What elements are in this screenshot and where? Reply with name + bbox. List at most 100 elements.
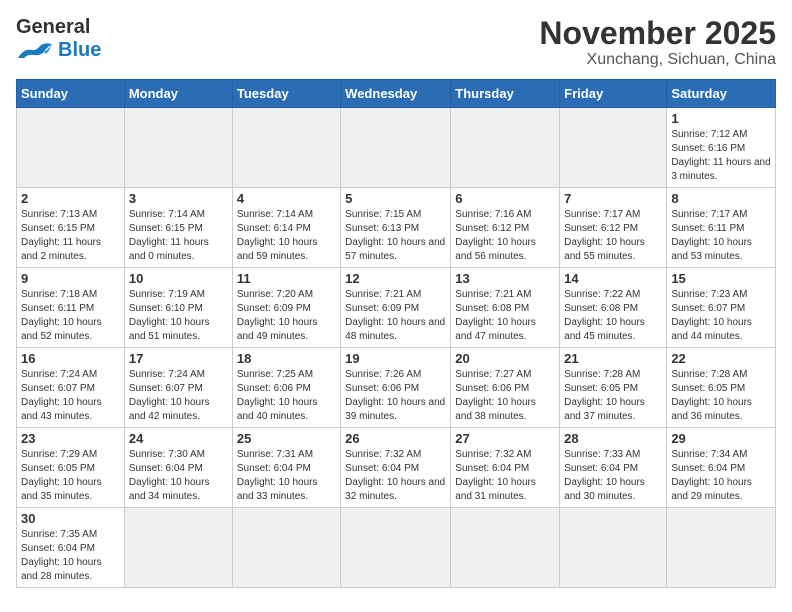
weekday-header-tuesday: Tuesday [232, 80, 340, 108]
calendar-day-cell: 27Sunrise: 7:32 AM Sunset: 6:04 PM Dayli… [451, 428, 560, 508]
calendar-day-cell: 15Sunrise: 7:23 AM Sunset: 6:07 PM Dayli… [667, 268, 776, 348]
day-info: Sunrise: 7:21 AM Sunset: 6:08 PM Dayligh… [455, 288, 555, 344]
day-number: 17 [129, 351, 228, 366]
day-number: 14 [564, 271, 662, 286]
day-info: Sunrise: 7:30 AM Sunset: 6:04 PM Dayligh… [129, 448, 228, 504]
calendar-day-cell [451, 108, 560, 188]
calendar-day-cell: 12 Sunrise: 7:21 AM Sunset: 6:09 PM Dayli… [341, 268, 451, 348]
day-number: 4 [237, 191, 336, 206]
calendar-day-cell: 21Sunrise: 7:28 AM Sunset: 6:05 PM Dayli… [560, 348, 667, 428]
calendar-day-cell: 8Sunrise: 7:17 AM Sunset: 6:11 PM Daylig… [667, 188, 776, 268]
calendar-day-cell: 7 Sunrise: 7:17 AM Sunset: 6:12 PM Daylig… [560, 188, 667, 268]
day-number: 20 [455, 351, 555, 366]
day-info: Sunrise: 7:31 AM Sunset: 6:04 PM Dayligh… [237, 448, 336, 504]
calendar-day-cell [232, 508, 340, 588]
weekday-header-wednesday: Wednesday [341, 80, 451, 108]
day-number: 24 [129, 431, 228, 446]
day-info: Sunrise: 7:32 AM Sunset: 6:04 PM Dayligh… [345, 448, 446, 504]
day-info: Sunrise: 7:32 AM Sunset: 6:04 PM Dayligh… [455, 448, 555, 504]
weekday-header-friday: Friday [560, 80, 667, 108]
weekday-header-monday: Monday [124, 80, 232, 108]
calendar-day-cell [124, 508, 232, 588]
calendar-week-row: 2Sunrise: 7:13 AM Sunset: 6:15 PM Daylig… [17, 188, 776, 268]
calendar-day-cell: 19 Sunrise: 7:26 AM Sunset: 6:06 PM Dayli… [341, 348, 451, 428]
month-title: November 2025 [539, 16, 776, 51]
calendar-week-row: 23Sunrise: 7:29 AM Sunset: 6:05 PM Dayli… [17, 428, 776, 508]
calendar-day-cell: 16 Sunrise: 7:24 AM Sunset: 6:07 PM Dayli… [17, 348, 125, 428]
day-number: 16 [21, 351, 120, 366]
logo-blue-text: Blue [58, 39, 101, 62]
day-number: 3 [129, 191, 228, 206]
day-info: Sunrise: 7:34 AM Sunset: 6:04 PM Dayligh… [671, 448, 771, 504]
calendar-day-cell: 11Sunrise: 7:20 AM Sunset: 6:09 PM Dayli… [232, 268, 340, 348]
day-number: 13 [455, 271, 555, 286]
day-info: Sunrise: 7:17 AM Sunset: 6:12 PM Dayligh… [564, 208, 662, 264]
calendar-day-cell: 23Sunrise: 7:29 AM Sunset: 6:05 PM Dayli… [17, 428, 125, 508]
calendar-day-cell: 25Sunrise: 7:31 AM Sunset: 6:04 PM Dayli… [232, 428, 340, 508]
header: General Blue November 2025 Xunchang, Sic… [16, 16, 776, 69]
calendar-day-cell: 30Sunrise: 7:35 AM Sunset: 6:04 PM Dayli… [17, 508, 125, 588]
day-info: Sunrise: 7:16 AM Sunset: 6:12 PM Dayligh… [455, 208, 555, 264]
calendar-day-cell: 14 Sunrise: 7:22 AM Sunset: 6:08 PM Dayli… [560, 268, 667, 348]
day-number: 1 [671, 111, 771, 126]
day-info: Sunrise: 7:26 AM Sunset: 6:06 PM Dayligh… [345, 368, 446, 424]
calendar-day-cell: 24 Sunrise: 7:30 AM Sunset: 6:04 PM Dayli… [124, 428, 232, 508]
day-info: Sunrise: 7:13 AM Sunset: 6:15 PM Dayligh… [21, 208, 120, 264]
calendar-day-cell: 10 Sunrise: 7:19 AM Sunset: 6:10 PM Dayli… [124, 268, 232, 348]
day-number: 9 [21, 271, 120, 286]
day-info: Sunrise: 7:24 AM Sunset: 6:07 PM Dayligh… [129, 368, 228, 424]
day-number: 19 [345, 351, 446, 366]
day-number: 28 [564, 431, 662, 446]
day-info: Sunrise: 7:14 AM Sunset: 6:14 PM Dayligh… [237, 208, 336, 264]
calendar-day-cell: 18 Sunrise: 7:25 AM Sunset: 6:06 PM Dayli… [232, 348, 340, 428]
calendar-day-cell [232, 108, 340, 188]
day-info: Sunrise: 7:14 AM Sunset: 6:15 PM Dayligh… [129, 208, 228, 264]
day-info: Sunrise: 7:22 AM Sunset: 6:08 PM Dayligh… [564, 288, 662, 344]
day-info: Sunrise: 7:21 AM Sunset: 6:09 PM Dayligh… [345, 288, 446, 344]
day-info: Sunrise: 7:24 AM Sunset: 6:07 PM Dayligh… [21, 368, 120, 424]
day-number: 18 [237, 351, 336, 366]
calendar-day-cell: 26 Sunrise: 7:32 AM Sunset: 6:04 PM Dayli… [341, 428, 451, 508]
day-info: Sunrise: 7:25 AM Sunset: 6:06 PM Dayligh… [237, 368, 336, 424]
day-number: 22 [671, 351, 771, 366]
day-info: Sunrise: 7:20 AM Sunset: 6:09 PM Dayligh… [237, 288, 336, 344]
day-info: Sunrise: 7:28 AM Sunset: 6:05 PM Dayligh… [564, 368, 662, 424]
calendar-day-cell [560, 108, 667, 188]
day-info: Sunrise: 7:33 AM Sunset: 6:04 PM Dayligh… [564, 448, 662, 504]
calendar-day-cell [560, 508, 667, 588]
calendar-week-row: 30Sunrise: 7:35 AM Sunset: 6:04 PM Dayli… [17, 508, 776, 588]
day-info: Sunrise: 7:28 AM Sunset: 6:05 PM Dayligh… [671, 368, 771, 424]
calendar-day-cell: 6 Sunrise: 7:16 AM Sunset: 6:12 PM Daylig… [451, 188, 560, 268]
day-number: 12 [345, 271, 446, 286]
day-number: 6 [455, 191, 555, 206]
title-area: November 2025 Xunchang, Sichuan, China [539, 16, 776, 69]
calendar-table: SundayMondayTuesdayWednesdayThursdayFrid… [16, 79, 776, 588]
calendar-day-cell [341, 108, 451, 188]
calendar-day-cell [17, 108, 125, 188]
day-number: 7 [564, 191, 662, 206]
day-number: 10 [129, 271, 228, 286]
weekday-header-sunday: Sunday [17, 80, 125, 108]
day-number: 29 [671, 431, 771, 446]
logo: General Blue [16, 16, 101, 62]
calendar-day-cell [667, 508, 776, 588]
calendar-week-row: 9Sunrise: 7:18 AM Sunset: 6:11 PM Daylig… [17, 268, 776, 348]
calendar-day-cell: 5Sunrise: 7:15 AM Sunset: 6:13 PM Daylig… [341, 188, 451, 268]
day-info: Sunrise: 7:19 AM Sunset: 6:10 PM Dayligh… [129, 288, 228, 344]
weekday-header-saturday: Saturday [667, 80, 776, 108]
calendar-day-cell: 2Sunrise: 7:13 AM Sunset: 6:15 PM Daylig… [17, 188, 125, 268]
calendar-day-cell [341, 508, 451, 588]
day-number: 26 [345, 431, 446, 446]
calendar-day-cell: 17 Sunrise: 7:24 AM Sunset: 6:07 PM Dayli… [124, 348, 232, 428]
logo-general-text: General [16, 16, 90, 39]
weekday-header-thursday: Thursday [451, 80, 560, 108]
calendar-day-cell [124, 108, 232, 188]
day-number: 15 [671, 271, 771, 286]
calendar-week-row: 1 Sunrise: 7:12 AM Sunset: 6:16 PM Daylig… [17, 108, 776, 188]
logo-bird-icon [16, 40, 56, 62]
day-info: Sunrise: 7:12 AM Sunset: 6:16 PM Dayligh… [671, 128, 771, 184]
day-number: 30 [21, 511, 120, 526]
day-info: Sunrise: 7:15 AM Sunset: 6:13 PM Dayligh… [345, 208, 446, 264]
calendar-day-cell [451, 508, 560, 588]
day-number: 8 [671, 191, 771, 206]
